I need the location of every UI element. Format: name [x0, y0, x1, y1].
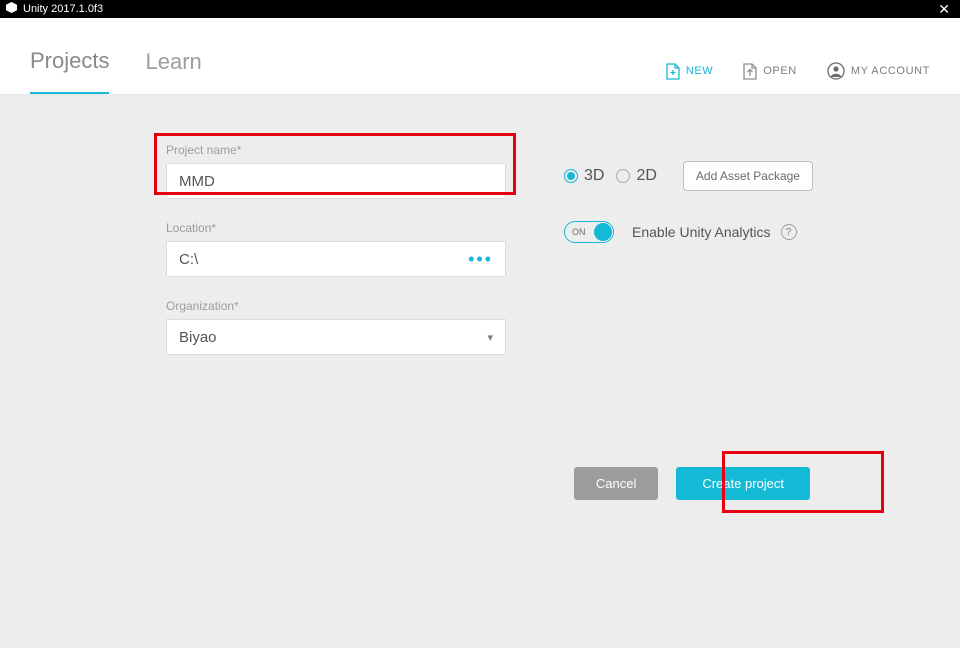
chevron-down-icon: ▾ [487, 331, 493, 344]
radio-2d[interactable] [616, 169, 630, 183]
account-label: MY ACCOUNT [851, 65, 930, 77]
new-file-icon [666, 63, 680, 80]
window-title: Unity 2017.1.0f3 [23, 3, 103, 15]
account-avatar-icon [827, 62, 845, 80]
analytics-row: ON Enable Unity Analytics ? [564, 221, 813, 243]
location-input[interactable] [179, 251, 468, 268]
new-button[interactable]: NEW [666, 63, 713, 80]
toggle-knob [594, 223, 612, 241]
organization-label: Organization* [166, 299, 536, 313]
tab-projects[interactable]: Projects [30, 48, 109, 94]
window-titlebar: Unity 2017.1.0f3 ✕ [0, 0, 960, 18]
create-project-button[interactable]: Create project [676, 467, 810, 500]
location-field: Location* ••• [166, 221, 536, 277]
organization-select[interactable]: Biyao ▾ [166, 319, 506, 355]
cancel-button[interactable]: Cancel [574, 467, 658, 500]
open-label: OPEN [763, 65, 797, 77]
organization-value: Biyao [179, 329, 217, 346]
open-button[interactable]: OPEN [743, 63, 797, 80]
top-nav: Projects Learn NEW OPEN [30, 48, 930, 94]
organization-field: Organization* Biyao ▾ [166, 299, 536, 355]
label-3d: 3D [584, 167, 604, 185]
toggle-on-text: ON [572, 227, 586, 237]
add-asset-package-button[interactable]: Add Asset Package [683, 161, 813, 191]
help-icon[interactable]: ? [781, 224, 797, 240]
unity-logo-icon [6, 2, 17, 16]
label-2d: 2D [636, 167, 656, 185]
project-name-label: Project name* [166, 143, 536, 157]
analytics-toggle[interactable]: ON [564, 221, 614, 243]
project-name-input[interactable] [179, 173, 493, 190]
browse-location-icon[interactable]: ••• [468, 249, 493, 270]
radio-3d[interactable] [564, 169, 578, 183]
open-file-icon [743, 63, 757, 80]
close-icon[interactable]: ✕ [934, 2, 954, 16]
new-project-panel: Project name* Location* ••• Organization… [0, 95, 960, 648]
tab-learn[interactable]: Learn [145, 49, 201, 93]
project-name-field: Project name* [166, 143, 536, 199]
location-label: Location* [166, 221, 536, 235]
account-button[interactable]: MY ACCOUNT [827, 62, 930, 80]
analytics-label: Enable Unity Analytics [632, 224, 771, 240]
footer-buttons: Cancel Create project [30, 467, 930, 500]
new-label: NEW [686, 65, 713, 77]
dimension-row: 3D 2D Add Asset Package [564, 161, 813, 191]
